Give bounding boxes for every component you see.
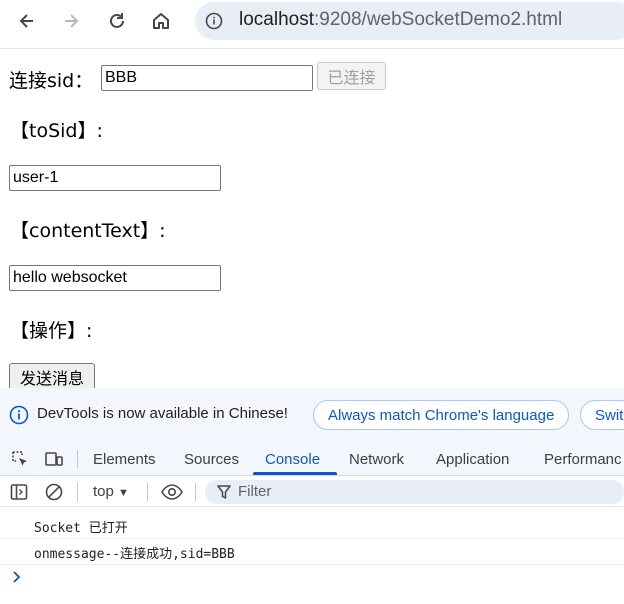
tab-performance[interactable]: Performanc	[544, 451, 622, 468]
send-button[interactable]: 发送消息	[9, 363, 95, 391]
toolbar-divider-1	[77, 483, 78, 501]
page-content: 连接sid： BBB 已连接 【toSid】: user-1 【contentT…	[0, 50, 624, 391]
filter-placeholder: Filter	[238, 483, 272, 500]
inspect-element-icon[interactable]	[10, 449, 30, 469]
content-input[interactable]: hello websocket	[9, 265, 221, 291]
toolbar-divider	[0, 48, 624, 49]
switch-language-button[interactable]: Swit	[580, 400, 624, 430]
tab-application[interactable]: Application	[436, 451, 509, 468]
console-toolbar: top ▼ Filter	[0, 477, 624, 507]
console-log-line: Socket 已打开	[34, 521, 128, 536]
eye-icon[interactable]	[160, 482, 184, 502]
chevron-down-icon: ▼	[118, 487, 129, 499]
tosid-input[interactable]: user-1	[9, 165, 221, 191]
connect-button[interactable]: 已连接	[317, 62, 386, 90]
info-icon	[9, 405, 29, 425]
home-icon[interactable]	[146, 6, 176, 36]
active-tab-indicator	[253, 472, 337, 475]
filter-icon	[217, 485, 231, 499]
tab-sources[interactable]: Sources	[184, 451, 239, 468]
tab-elements[interactable]: Elements	[93, 451, 156, 468]
reload-icon[interactable]	[102, 6, 132, 36]
address-bar[interactable]: localhost:9208/webSocketDemo2.html	[195, 2, 624, 40]
sid-label: 连接sid：	[9, 70, 94, 92]
tab-console[interactable]: Console	[265, 451, 320, 468]
language-notice: DevTools is now available in Chinese! Al…	[0, 388, 624, 442]
site-info-icon[interactable]	[205, 12, 223, 30]
back-icon[interactable]	[12, 6, 42, 36]
filter-input[interactable]: Filter	[205, 480, 624, 504]
toolbar-divider-3	[195, 483, 196, 501]
context-selector[interactable]: top ▼	[93, 483, 129, 500]
devtools-tabs: Elements Sources Console Network Applica…	[0, 442, 624, 476]
devtools-panel: DevTools is now available in Chinese! Al…	[0, 388, 624, 604]
log-divider	[0, 564, 624, 565]
tab-network[interactable]: Network	[349, 451, 404, 468]
match-language-button[interactable]: Always match Chrome's language	[313, 400, 570, 430]
operation-label: 【操作】:	[10, 320, 93, 342]
forward-icon[interactable]	[56, 6, 86, 36]
tosid-label: 【toSid】:	[10, 120, 103, 142]
notice-text: DevTools is now available in Chinese!	[37, 405, 288, 422]
device-toolbar-icon[interactable]	[44, 449, 64, 469]
tabs-divider	[77, 450, 78, 468]
clear-console-icon[interactable]	[44, 482, 64, 502]
console-log-line: onmessage--连接成功,sid=BBB	[34, 547, 235, 562]
console-prompt-icon[interactable]	[11, 570, 23, 584]
sid-input[interactable]: BBB	[101, 65, 313, 91]
url-text: localhost:9208/webSocketDemo2.html	[239, 9, 563, 30]
toolbar-divider-2	[147, 483, 148, 501]
log-divider	[0, 538, 624, 539]
sidebar-toggle-icon[interactable]	[9, 482, 29, 502]
content-label: 【contentText】:	[10, 220, 166, 242]
browser-toolbar: localhost:9208/webSocketDemo2.html	[0, 0, 624, 44]
